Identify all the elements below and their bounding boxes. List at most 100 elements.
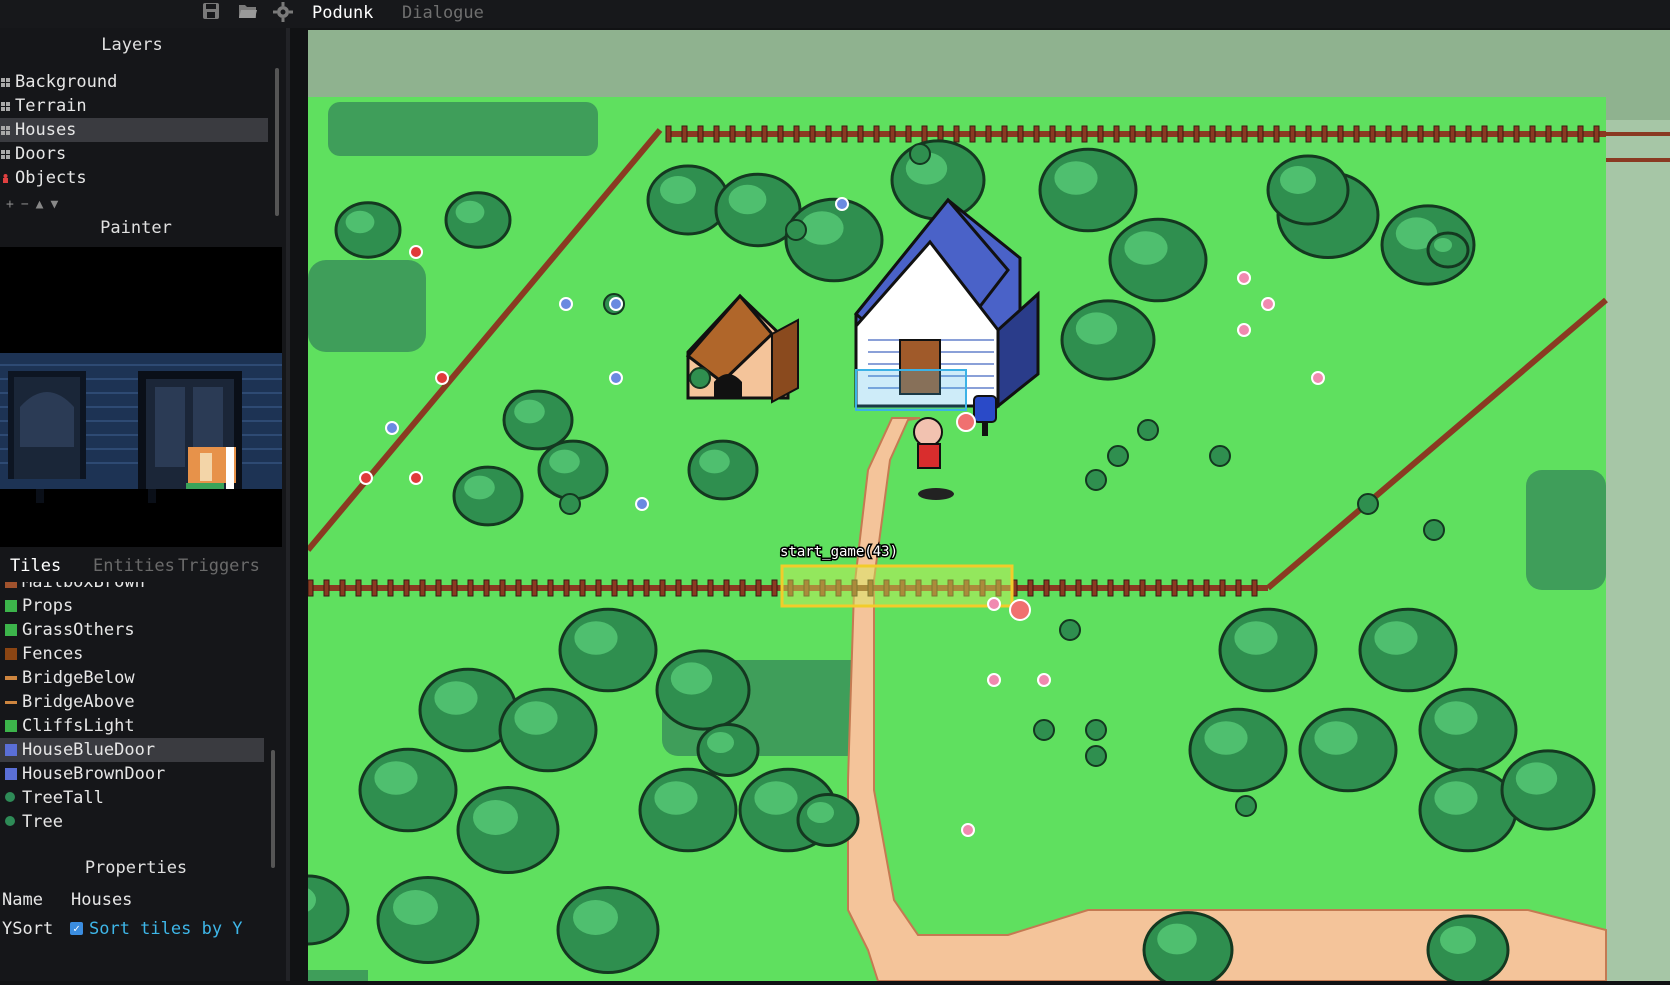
sidebar: Layers Background Terrain Houses Doors O… <box>0 28 286 981</box>
tiles-scrollbar[interactable] <box>271 750 275 868</box>
door-selection-box[interactable] <box>855 369 967 411</box>
layer-controls: +−▲▼ <box>6 197 65 212</box>
tile-item[interactable]: MailboxBrown <box>0 582 264 594</box>
tile-item[interactable]: TreeTall <box>0 786 264 810</box>
tree-highlight <box>699 449 730 474</box>
fence-post <box>403 579 410 597</box>
fence-post <box>1337 125 1344 143</box>
fence-post <box>387 579 394 597</box>
grid-icon <box>1 78 10 87</box>
layer-item-background[interactable]: Background <box>0 70 268 94</box>
tree-highlight <box>1434 238 1452 252</box>
tab-tiles[interactable]: Tiles <box>10 555 61 577</box>
fence-post <box>643 579 650 597</box>
map-canvas[interactable]: start_game(43) <box>266 30 1670 985</box>
fence-post <box>1059 579 1066 597</box>
trigger-handle[interactable] <box>1009 599 1031 621</box>
fence-post <box>1417 125 1424 143</box>
fence-post <box>1289 125 1296 143</box>
grid-icon <box>1 102 10 111</box>
fence-post <box>1123 579 1130 597</box>
bush <box>785 219 807 241</box>
layer-item-houses[interactable]: Houses <box>0 118 268 142</box>
fence-post <box>1107 579 1114 597</box>
fence-post <box>371 579 378 597</box>
fence-post <box>665 125 672 143</box>
fence-post <box>419 579 426 597</box>
fence-post <box>1161 125 1168 143</box>
tileset-icon <box>5 744 17 756</box>
layer-item-objects[interactable]: Objects <box>0 166 268 190</box>
fence-post <box>793 125 800 143</box>
fence-post <box>1545 125 1552 143</box>
tile-label: GrassOthers <box>22 620 135 640</box>
flower <box>609 297 623 311</box>
bush <box>689 367 711 389</box>
tileset-icon <box>5 720 17 732</box>
tree-highlight <box>1157 923 1197 955</box>
panel-divider[interactable] <box>286 28 290 981</box>
fence-post <box>451 579 458 597</box>
tile-item[interactable]: CliffsLight <box>0 714 264 738</box>
tile-label: Props <box>22 596 74 616</box>
fence-post <box>905 125 912 143</box>
tile-item[interactable]: Fences <box>0 642 264 666</box>
trigger-area[interactable] <box>780 564 1014 608</box>
tree-highlight <box>707 732 734 753</box>
tree-highlight <box>1434 781 1478 815</box>
fence-post <box>515 579 522 597</box>
fence-post <box>873 125 880 143</box>
tree-highlight <box>1515 762 1558 795</box>
fence-post <box>595 579 602 597</box>
entity-handle[interactable] <box>956 412 976 432</box>
move-up-button[interactable]: ▲ <box>36 197 51 212</box>
fence-post <box>1225 125 1232 143</box>
ysort-option[interactable]: Sort tiles by Y <box>89 919 243 939</box>
tree-highlight <box>807 802 834 823</box>
tree-highlight <box>754 781 798 815</box>
tile-item[interactable]: Tree <box>0 810 264 834</box>
tile-item[interactable]: HouseBrownDoor <box>0 762 264 786</box>
tile-item[interactable]: BridgeBelow <box>0 666 264 690</box>
fence-post <box>1273 125 1280 143</box>
remove-layer-button[interactable]: − <box>21 197 36 212</box>
fence-post <box>1177 125 1184 143</box>
fence-post <box>1033 125 1040 143</box>
name-value[interactable]: Houses <box>71 890 132 910</box>
layer-item-terrain[interactable]: Terrain <box>0 94 268 118</box>
fence-post <box>563 579 570 597</box>
tab-dialogue[interactable]: Dialogue <box>402 2 484 24</box>
fence-post <box>659 579 666 597</box>
flower <box>987 597 1001 611</box>
fence-post <box>531 579 538 597</box>
grid-icon <box>1 150 10 159</box>
fence-post <box>1043 579 1050 597</box>
tile-item[interactable]: BridgeAbove <box>0 690 264 714</box>
fence-post <box>755 579 762 597</box>
map-view[interactable]: start_game(43) <box>266 30 1670 985</box>
move-down-button[interactable]: ▼ <box>50 197 65 212</box>
tree-highlight <box>374 761 418 795</box>
add-layer-button[interactable]: + <box>6 197 21 212</box>
fence-post <box>1193 125 1200 143</box>
grid-icon <box>1 126 10 135</box>
bush <box>1085 469 1107 491</box>
tab-podunk[interactable]: Podunk <box>312 2 373 24</box>
layers-scrollbar[interactable] <box>275 68 279 216</box>
tile-item-selected[interactable]: HouseBlueDoor <box>0 738 264 762</box>
tile-item[interactable]: Props <box>0 594 264 618</box>
save-icon[interactable] <box>200 2 222 24</box>
tab-triggers[interactable]: Triggers <box>178 555 260 577</box>
tree-highlight <box>393 890 438 925</box>
ysort-checkbox[interactable]: ✓ <box>70 922 83 935</box>
tileset-icon <box>5 676 17 680</box>
tile-item[interactable]: GrassOthers <box>0 618 264 642</box>
fence-post <box>339 579 346 597</box>
gear-icon[interactable] <box>272 2 294 24</box>
flower <box>987 673 1001 687</box>
folder-open-icon[interactable] <box>237 2 259 24</box>
painter-preview[interactable] <box>0 247 282 547</box>
tree-highlight <box>464 475 495 500</box>
layer-item-doors[interactable]: Doors <box>0 142 268 166</box>
tab-entities[interactable]: Entities <box>93 555 175 577</box>
